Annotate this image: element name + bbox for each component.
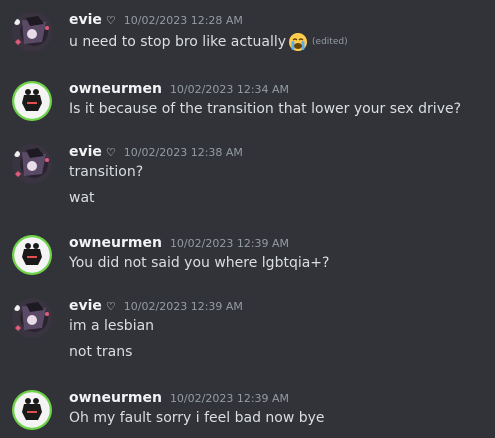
message-text: Is it because of the transition that low… xyxy=(69,101,462,117)
message-content: transition? xyxy=(69,164,143,180)
edited-label: (edited) xyxy=(312,37,348,47)
timestamp[interactable]: 10/02/2023 12:28 AM xyxy=(124,14,243,27)
heart-icon: ♡ xyxy=(105,14,116,27)
avatar-evie[interactable] xyxy=(12,298,52,338)
author-name[interactable]: owneurmen xyxy=(69,81,162,97)
message-content: not trans xyxy=(69,344,132,360)
message-content: Oh my fault sorry i feel bad now bye xyxy=(69,410,325,426)
timestamp[interactable]: 10/02/2023 12:39 AM xyxy=(124,300,243,313)
message-content: wat xyxy=(69,190,95,206)
timestamp[interactable]: 10/02/2023 12:38 AM xyxy=(124,146,243,159)
author-name[interactable]: owneurmen xyxy=(69,235,162,251)
heart-icon: ♡ xyxy=(105,300,116,313)
message-text: transition? xyxy=(69,164,144,180)
timestamp[interactable]: 10/02/2023 12:39 AM xyxy=(170,237,289,250)
message-content: You did not said you where lgbtqia+? xyxy=(69,255,329,271)
message-text: im a lesbian xyxy=(69,318,155,334)
avatar-evie[interactable] xyxy=(12,12,52,52)
message-text: wat xyxy=(69,190,95,206)
author-name[interactable]: evie xyxy=(69,12,102,28)
author-name[interactable]: owneurmen xyxy=(69,390,162,406)
message-text: Oh my fault sorry i feel bad now bye xyxy=(69,410,325,426)
avatar-owneurmen[interactable] xyxy=(12,235,52,275)
avatar-owneurmen[interactable] xyxy=(12,81,52,121)
message-content: Is it because of the transition that low… xyxy=(69,101,461,117)
timestamp[interactable]: 10/02/2023 12:34 AM xyxy=(170,83,289,96)
message-content: u need to stop bro like actually (edited… xyxy=(69,32,348,52)
avatar-evie[interactable] xyxy=(12,144,52,184)
author-name[interactable]: evie xyxy=(69,298,102,314)
message-content: im a lesbian xyxy=(69,318,154,334)
avatar-owneurmen[interactable] xyxy=(12,390,52,430)
message-text: You did not said you where lgbtqia+? xyxy=(69,255,330,271)
author-name[interactable]: evie xyxy=(69,144,102,160)
message-text: u need to stop bro like actually xyxy=(69,34,287,50)
heart-icon: ♡ xyxy=(105,146,116,159)
timestamp[interactable]: 10/02/2023 12:39 AM xyxy=(170,392,289,405)
loudly-crying-face-icon[interactable] xyxy=(288,32,308,52)
message-text: not trans xyxy=(69,344,133,360)
